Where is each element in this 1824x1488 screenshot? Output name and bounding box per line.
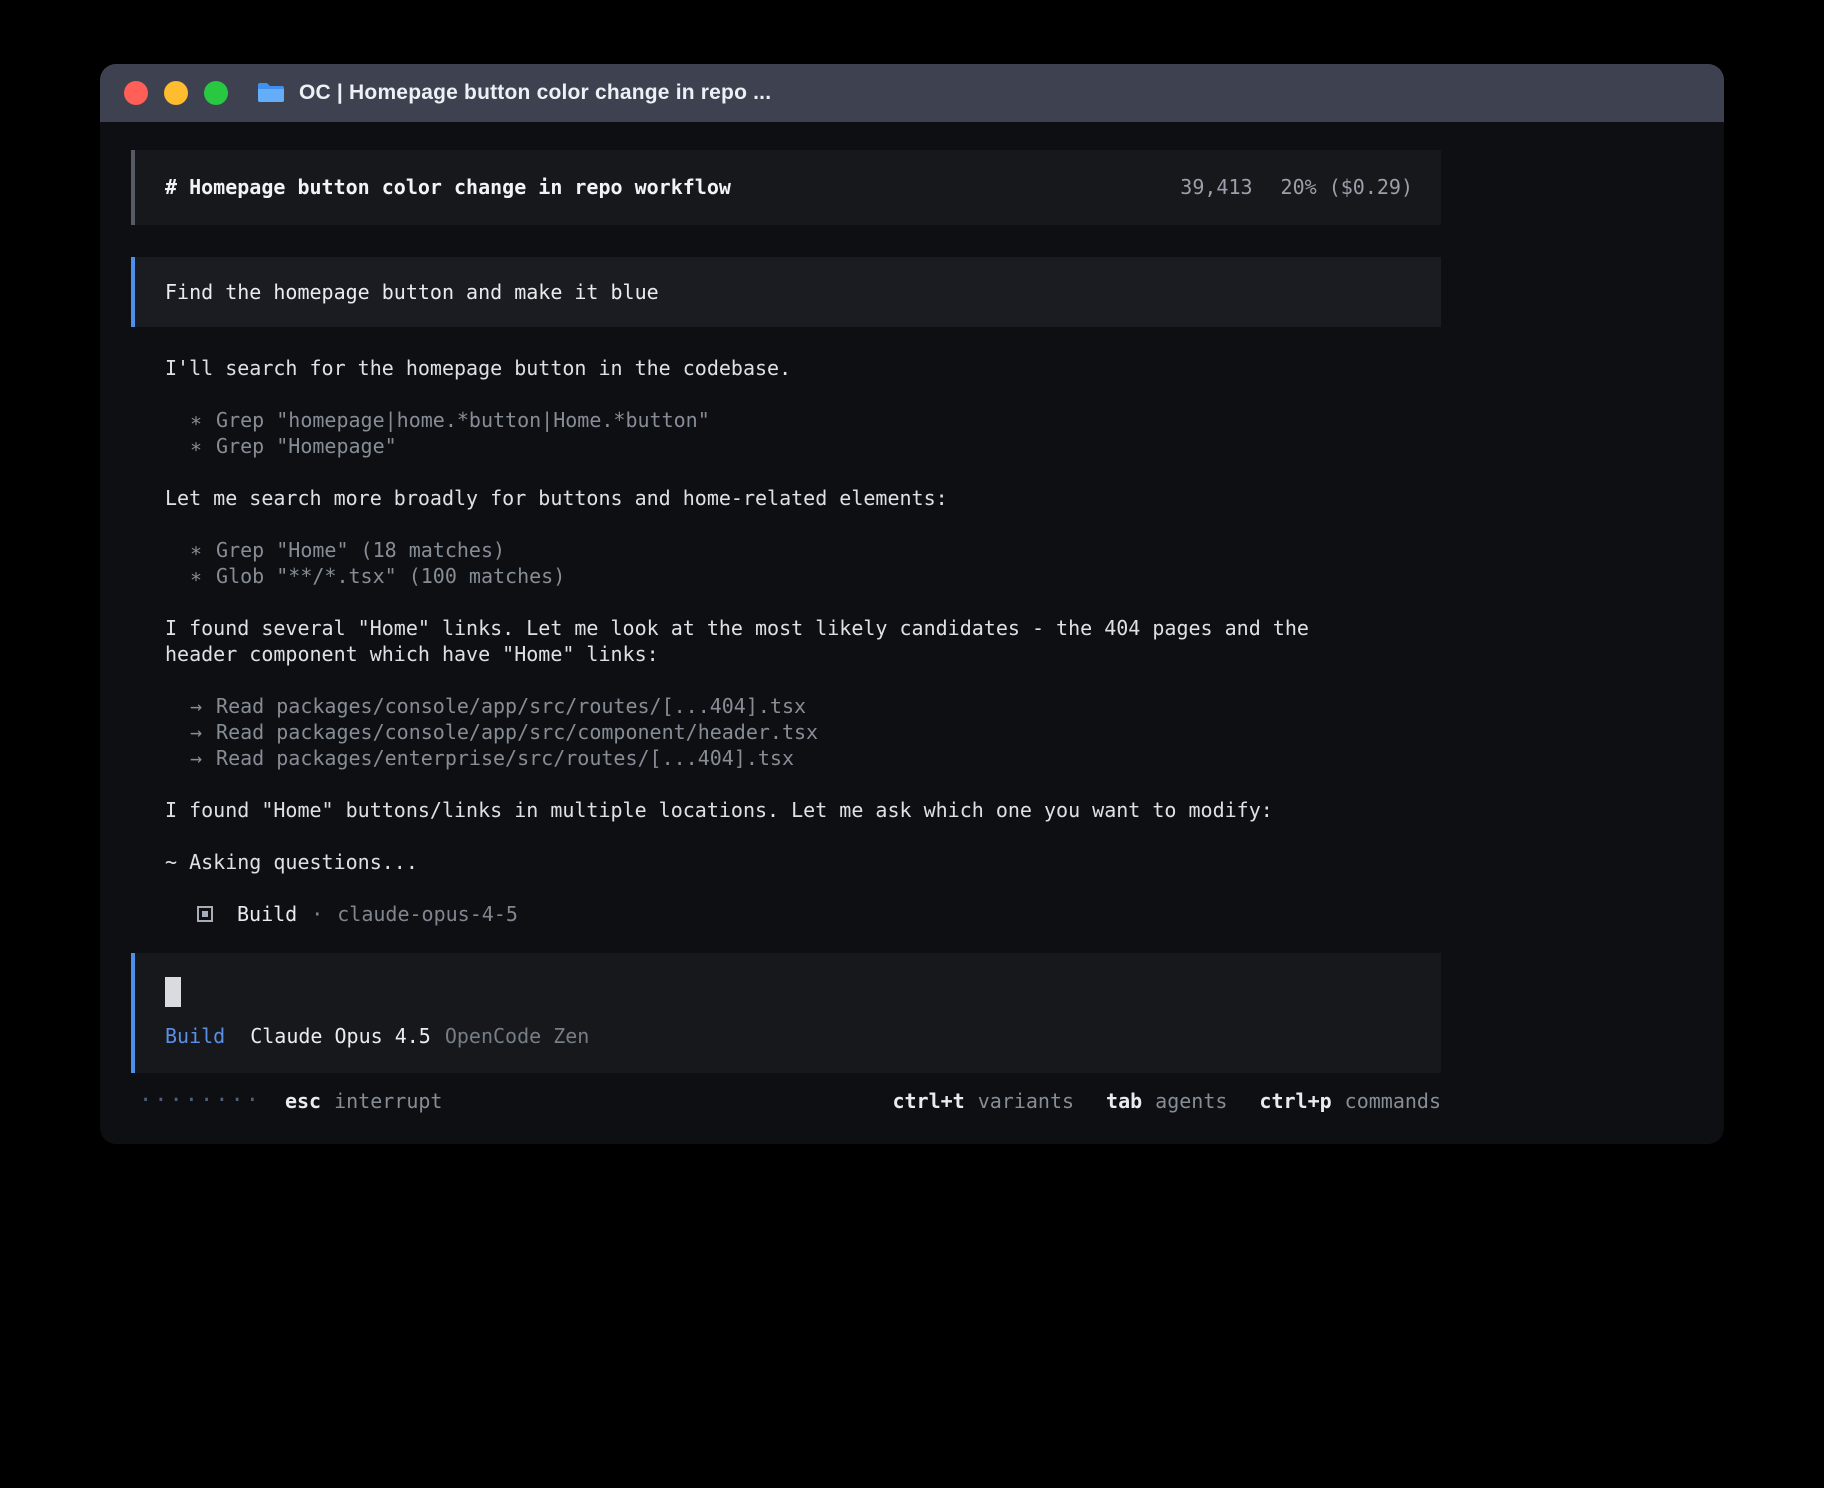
tool-call-group: ∗ Grep "homepage|home.*button|Home.*butt…: [165, 407, 1441, 459]
tool-bullet-icon: ∗: [190, 537, 202, 563]
hint-variants: ctrl+t variants: [892, 1088, 1074, 1114]
tool-call-text: Grep "Homepage": [216, 433, 397, 459]
tool-bullet-icon: ∗: [190, 563, 202, 589]
tool-call-text: Glob "**/*.tsx" (100 matches): [216, 563, 565, 589]
tool-read-arrow-icon: →: [190, 719, 202, 745]
tool-call-group: → Read packages/console/app/src/routes/[…: [165, 693, 1441, 771]
user-message: Find the homepage button and make it blu…: [131, 257, 1441, 327]
tool-call-glob: ∗ Glob "**/*.tsx" (100 matches): [190, 563, 1441, 589]
hint-label: interrupt: [334, 1088, 442, 1114]
input-agent-label: Build: [165, 1023, 225, 1049]
session-meta: 39,413 20% ($0.29): [1180, 174, 1413, 200]
folder-icon: [256, 81, 286, 105]
tool-call-text: Grep "homepage|home.*button|Home.*button…: [216, 407, 710, 433]
tool-call-read: → Read packages/enterprise/src/routes/[.…: [190, 745, 1441, 771]
hint-interrupt: esc interrupt: [285, 1088, 443, 1114]
tool-call-text: Read packages/console/app/src/routes/[..…: [216, 693, 806, 719]
tool-call-grep: ∗ Grep "Home" (18 matches): [190, 537, 1441, 563]
agent-name: Build: [237, 901, 297, 927]
agent-icon: [197, 906, 213, 922]
session-title: # Homepage button color change in repo w…: [165, 174, 731, 200]
window-title: OC | Homepage button color change in rep…: [299, 81, 771, 105]
assistant-paragraph: I'll search for the homepage button in t…: [165, 355, 1355, 381]
token-count: 39,413: [1180, 174, 1252, 200]
session-header: # Homepage button color change in repo w…: [131, 150, 1441, 225]
hint-label: variants: [978, 1088, 1074, 1114]
minimize-button[interactable]: [164, 81, 188, 105]
input-model-label: Claude Opus 4.5: [250, 1023, 431, 1049]
prompt-input[interactable]: Build Claude Opus 4.5 OpenCode Zen: [131, 953, 1441, 1073]
tool-call-read: → Read packages/console/app/src/componen…: [190, 719, 1441, 745]
badge-separator: ·: [311, 901, 323, 927]
text-cursor-icon: [165, 977, 181, 1007]
tool-read-arrow-icon: →: [190, 693, 202, 719]
hint-label: commands: [1345, 1088, 1441, 1114]
content-column: # Homepage button color change in repo w…: [131, 150, 1441, 1078]
activity-status: ~ Asking questions...: [165, 849, 1355, 875]
zoom-button[interactable]: [204, 81, 228, 105]
input-provider-label: OpenCode Zen: [445, 1023, 590, 1049]
close-button[interactable]: [124, 81, 148, 105]
tool-call-text: Read packages/console/app/src/component/…: [216, 719, 818, 745]
context-usage: 20% ($0.29): [1281, 174, 1413, 200]
tool-call-text: Grep "Home" (18 matches): [216, 537, 505, 563]
tool-call-group: ∗ Grep "Home" (18 matches) ∗ Glob "**/*.…: [165, 537, 1441, 589]
status-footer: ········ esc interrupt ctrl+t variants t…: [131, 1088, 1441, 1114]
progress-dots-icon: ········: [139, 1088, 261, 1114]
window-controls: [124, 81, 228, 105]
hint-key: tab: [1106, 1088, 1142, 1114]
hint-key: ctrl+t: [892, 1088, 964, 1114]
tool-read-arrow-icon: →: [190, 745, 202, 771]
titlebar: OC | Homepage button color change in rep…: [100, 64, 1724, 122]
terminal-content: # Homepage button color change in repo w…: [100, 122, 1724, 1144]
hint-label: agents: [1155, 1088, 1227, 1114]
tool-call-grep: ∗ Grep "Homepage": [190, 433, 1441, 459]
footer-left: ········ esc interrupt: [139, 1088, 442, 1114]
tool-bullet-icon: ∗: [190, 433, 202, 459]
agent-model: claude-opus-4-5: [337, 901, 518, 927]
hint-commands: ctrl+p commands: [1259, 1088, 1441, 1114]
agent-badge: Build · claude-opus-4-5: [165, 901, 1441, 927]
assistant-paragraph: I found several "Home" links. Let me loo…: [165, 615, 1355, 667]
input-status-bar: Build Claude Opus 4.5 OpenCode Zen: [165, 1023, 1413, 1049]
user-message-text: Find the homepage button and make it blu…: [165, 280, 659, 304]
terminal-window: OC | Homepage button color change in rep…: [100, 64, 1724, 1144]
hint-key: esc: [285, 1088, 321, 1114]
hint-key: ctrl+p: [1259, 1088, 1331, 1114]
tool-call-text: Read packages/enterprise/src/routes/[...…: [216, 745, 794, 771]
tool-call-read: → Read packages/console/app/src/routes/[…: [190, 693, 1441, 719]
tool-call-grep: ∗ Grep "homepage|home.*button|Home.*butt…: [190, 407, 1441, 433]
window-title-group: OC | Homepage button color change in rep…: [256, 81, 771, 105]
footer-right: ctrl+t variants tab agents ctrl+p comman…: [892, 1088, 1441, 1114]
tool-bullet-icon: ∗: [190, 407, 202, 433]
assistant-paragraph: Let me search more broadly for buttons a…: [165, 485, 1355, 511]
assistant-paragraph: I found "Home" buttons/links in multiple…: [165, 797, 1355, 823]
hint-agents: tab agents: [1106, 1088, 1227, 1114]
assistant-response: I'll search for the homepage button in t…: [131, 355, 1441, 927]
